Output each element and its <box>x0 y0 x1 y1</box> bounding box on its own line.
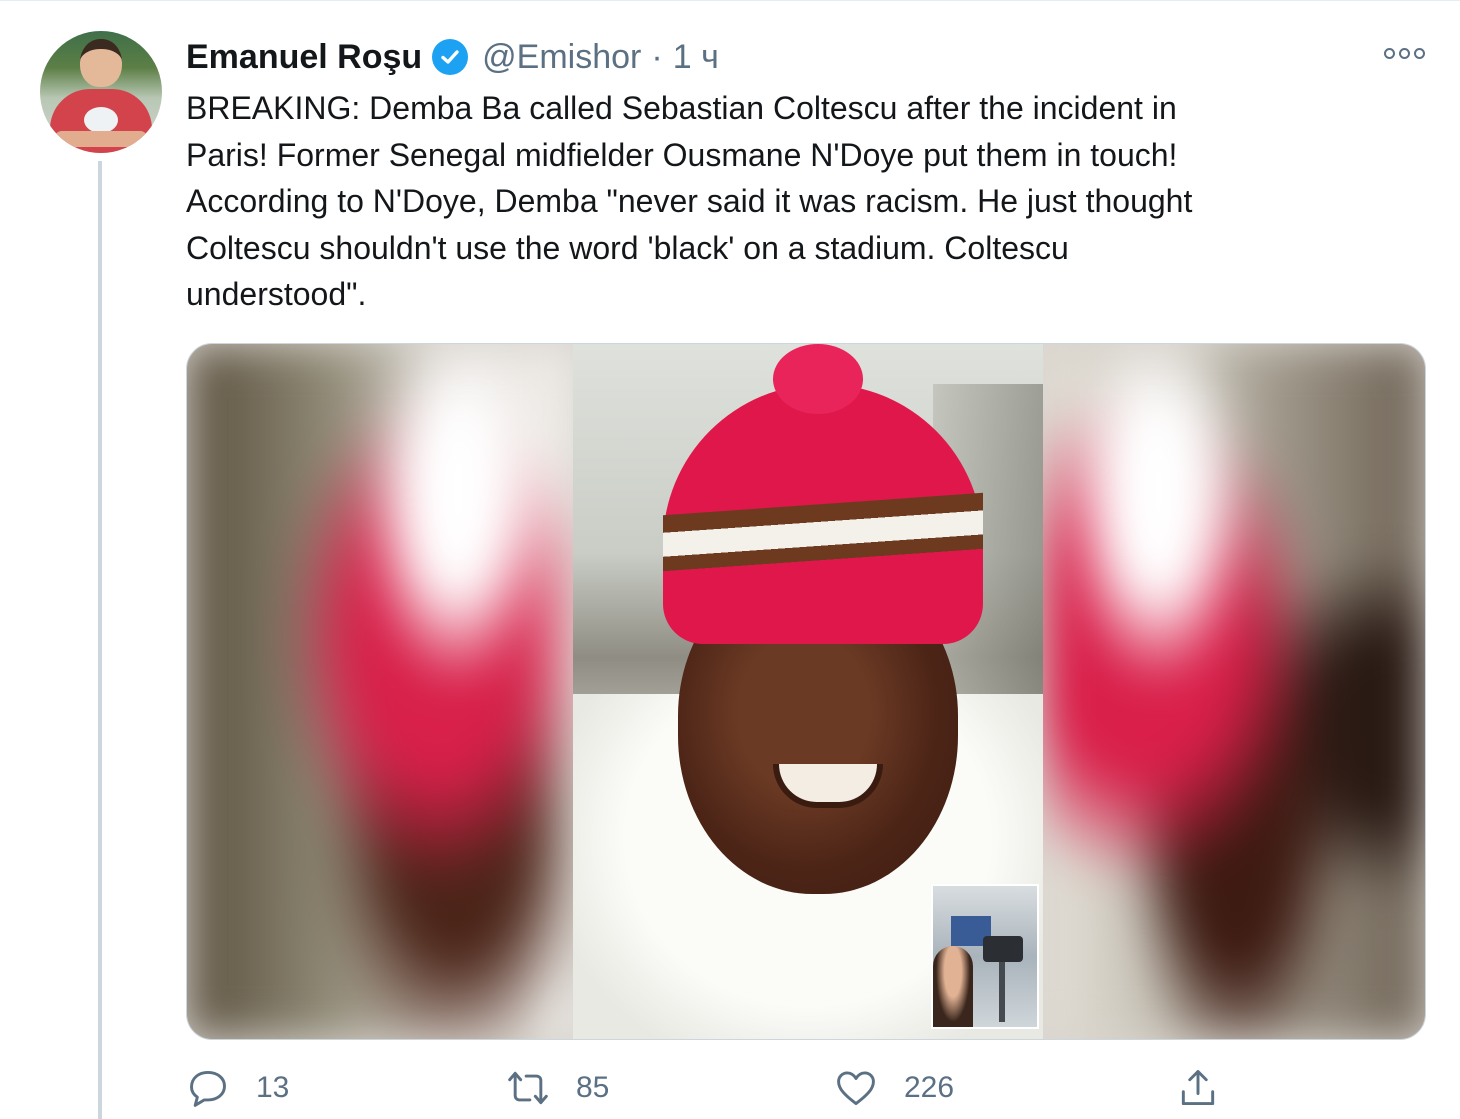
tweet-text: BREAKING: Demba Ba called Sebastian Colt… <box>186 90 1193 312</box>
media-blur-left <box>187 344 573 1039</box>
more-options-icon[interactable] <box>1380 41 1428 65</box>
reply-icon <box>190 1070 226 1107</box>
pip-person <box>933 946 973 1027</box>
tweet-timestamp[interactable]: 1 ч <box>673 38 719 77</box>
like-count: 226 <box>904 1071 955 1104</box>
avatar-shirt-print <box>84 107 118 133</box>
thread-line <box>98 161 102 1119</box>
tweet-media-image[interactable] <box>186 343 1426 1040</box>
share-button[interactable] <box>1176 1063 1220 1113</box>
beanie-pompom <box>773 344 863 414</box>
tweet-header: Emanuel Roşu @Emishor · 1 ч <box>186 35 719 79</box>
picture-in-picture-view <box>931 884 1039 1029</box>
reply-button[interactable]: 13 <box>186 1063 289 1113</box>
tweet-card[interactable]: Emanuel Roşu @Emishor · 1 ч BREAKING: De… <box>0 0 1460 1119</box>
media-blur-right <box>1043 344 1425 1039</box>
retweet-button[interactable]: 85 <box>506 1063 609 1113</box>
heart-icon <box>837 1071 875 1106</box>
pip-camera <box>983 936 1023 962</box>
author-handle[interactable]: @Emishor <box>482 38 641 77</box>
retweet-count: 85 <box>576 1071 610 1104</box>
reply-count: 13 <box>256 1071 290 1104</box>
video-call-frame <box>573 344 1043 1039</box>
pip-tripod <box>999 962 1005 1022</box>
author-avatar[interactable] <box>40 31 162 153</box>
share-icon <box>1181 1070 1215 1106</box>
retweet-icon <box>508 1071 548 1105</box>
like-button[interactable]: 226 <box>834 1063 954 1113</box>
avatar-arms <box>54 131 148 147</box>
tweet-actions: 13 85 226 <box>186 1063 1426 1113</box>
verified-badge-icon <box>432 39 469 75</box>
header-separator: · <box>651 37 663 76</box>
avatar-head <box>80 39 122 87</box>
author-name[interactable]: Emanuel Roşu <box>186 38 422 77</box>
